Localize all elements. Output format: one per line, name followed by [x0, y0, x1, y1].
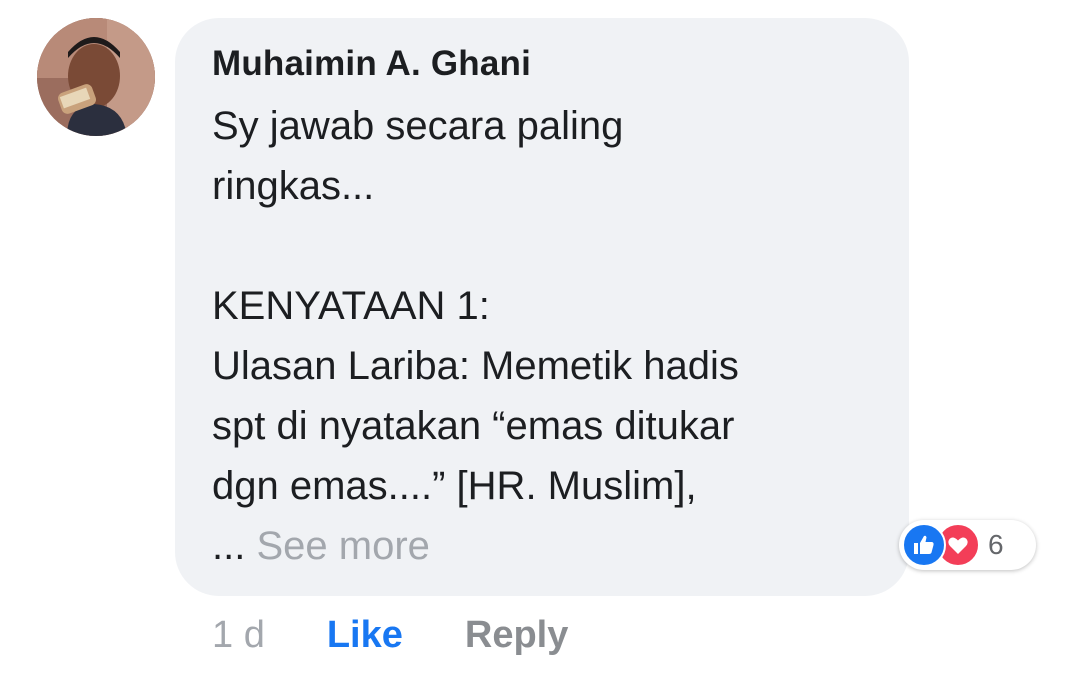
ellipsis: ...: [212, 524, 246, 568]
comment-actions: 1 d Like Reply: [212, 610, 568, 660]
author-name[interactable]: Muhaimin A. Ghani: [212, 42, 879, 86]
comment-text: Sy jawab secara paling ringkas... KENYAT…: [212, 96, 879, 576]
comment-line: ringkas...: [212, 164, 375, 208]
comment-blank-line: [212, 216, 879, 276]
comment-line: Ulasan Lariba: Memetik hadis: [212, 344, 739, 388]
timestamp[interactable]: 1 d: [212, 614, 265, 657]
see-more-link[interactable]: See more: [256, 524, 429, 568]
comment-line: Sy jawab secara paling: [212, 104, 624, 148]
comment-line: dgn emas....” [HR. Muslim],: [212, 464, 697, 508]
reaction-count: 6: [988, 529, 1004, 560]
like-icon: [902, 523, 946, 567]
avatar[interactable]: [37, 18, 155, 136]
comment: Muhaimin A. Ghani Sy jawab secara paling…: [0, 0, 1079, 693]
like-button[interactable]: Like: [327, 614, 403, 657]
see-more-row: ... See more: [212, 516, 879, 576]
comment-bubble: Muhaimin A. Ghani Sy jawab secara paling…: [175, 18, 909, 596]
reaction-summary[interactable]: 6: [899, 520, 1036, 570]
comment-line: KENYATAAN 1:: [212, 284, 490, 328]
comment-line: spt di nyatakan “emas ditukar: [212, 404, 735, 448]
reply-button[interactable]: Reply: [465, 614, 568, 657]
